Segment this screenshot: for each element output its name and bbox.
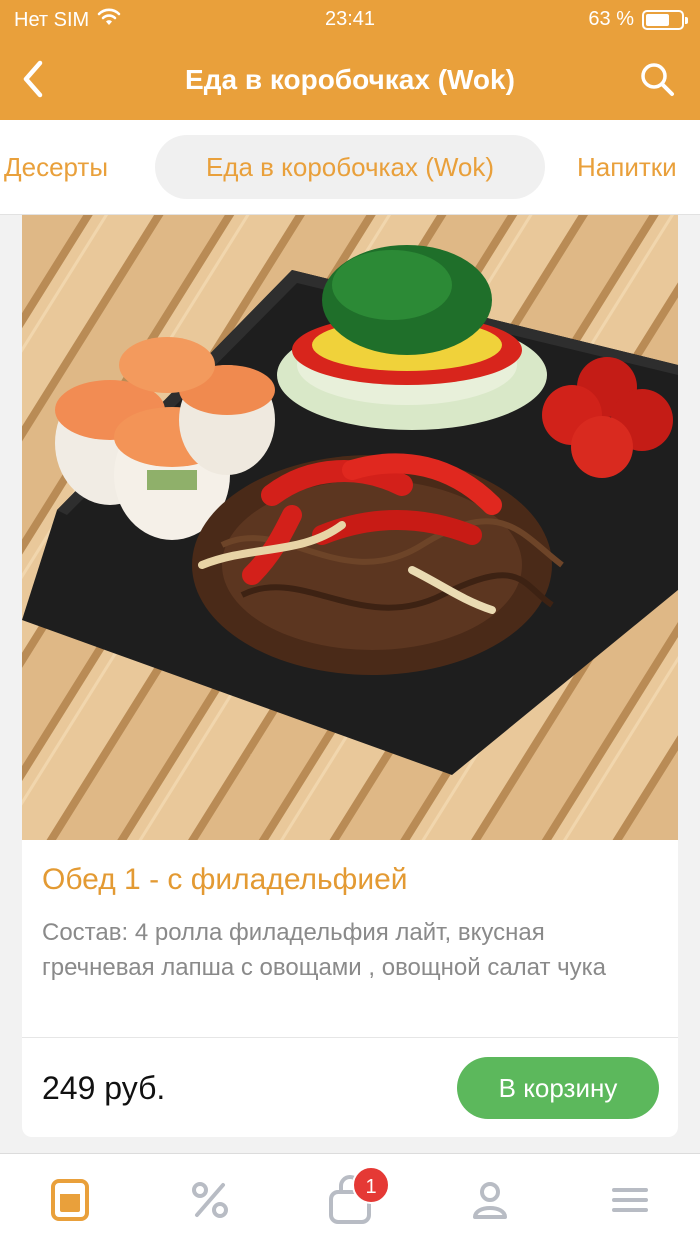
- page-title: Еда в коробочках (Wok): [185, 64, 515, 95]
- discount-icon: [192, 1182, 228, 1218]
- product-description: Состав: 4 ролла филадельфия лайт, вкусна…: [42, 919, 607, 981]
- status-right: 63 %: [588, 8, 688, 31]
- category-tab-wok[interactable]: Еда в коробочках (Wok): [155, 135, 545, 199]
- divider: [22, 1037, 678, 1038]
- battery-icon: [642, 9, 688, 30]
- profile-icon: [473, 1182, 507, 1219]
- search-icon: [641, 63, 674, 96]
- chevron-left-icon: [23, 60, 43, 98]
- tab-more[interactable]: [600, 1172, 660, 1228]
- product-price: 249 руб.: [42, 1070, 166, 1106]
- category-tab-drinks[interactable]: Напитки: [577, 135, 677, 199]
- category-tab-desserts[interactable]: Десерты: [4, 135, 108, 199]
- back-button[interactable]: [8, 52, 58, 106]
- add-to-cart-button[interactable]: В корзину: [457, 1057, 659, 1119]
- product-card: Обед 1 - с филадельфией Состав: 4 ролла …: [22, 215, 678, 1137]
- product-image[interactable]: [22, 215, 678, 840]
- cart-badge: 1: [352, 1166, 390, 1204]
- nav-bar: Еда в коробочках (Wok): [0, 40, 700, 120]
- menu-icon: [51, 1179, 89, 1221]
- tab-menu[interactable]: [40, 1172, 100, 1228]
- search-button[interactable]: [632, 54, 682, 104]
- tab-profile[interactable]: [460, 1172, 520, 1228]
- bottom-tab-bar: 1: [0, 1153, 700, 1244]
- category-tabs: Десерты Еда в коробочках (Wok) Напитки: [0, 120, 700, 215]
- status-bar: Нет SIM 23:41 63 %: [0, 0, 700, 40]
- tab-discounts[interactable]: [180, 1172, 240, 1228]
- product-title[interactable]: Обед 1 - с филадельфией: [42, 863, 408, 897]
- battery-percent: 63 %: [588, 8, 634, 30]
- hamburger-icon: [612, 1188, 648, 1212]
